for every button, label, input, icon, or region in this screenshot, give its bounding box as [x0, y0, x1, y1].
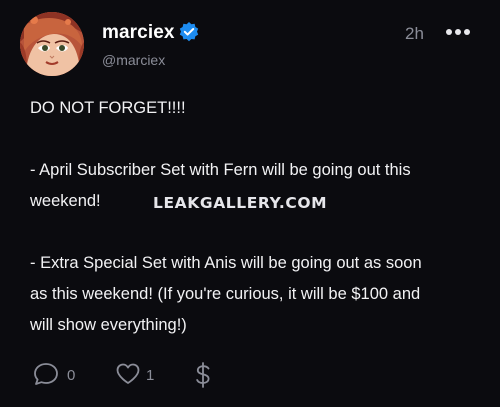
more-icon[interactable]: [444, 24, 472, 40]
post-line-1: DO NOT FORGET!!!!: [30, 99, 186, 117]
display-name[interactable]: marciex: [102, 22, 175, 44]
avatar[interactable]: [20, 12, 84, 76]
timestamp: 2h: [405, 24, 424, 43]
post-line-3: weekend!: [30, 192, 101, 210]
post-line-2: - April Subscriber Set with Fern will be…: [30, 161, 411, 179]
heart-icon[interactable]: [115, 362, 141, 386]
verified-badge-icon: [178, 21, 200, 43]
post-line-5: as this weekend! (If you're curious, it …: [30, 285, 421, 303]
comment-count: 0: [67, 367, 76, 384]
post-card: marciex @marciex 2h DO NOT FORGET!!!! - …: [0, 0, 500, 407]
comment-icon[interactable]: [33, 362, 59, 386]
dollar-icon[interactable]: [194, 362, 212, 388]
like-count: 1: [146, 367, 155, 384]
watermark: LEAKGALLERY.COM: [153, 194, 328, 212]
handle[interactable]: @marciex: [102, 52, 165, 68]
post-line-6: will show everything!): [30, 316, 187, 334]
post-line-4: - Extra Special Set with Anis will be go…: [30, 254, 422, 272]
